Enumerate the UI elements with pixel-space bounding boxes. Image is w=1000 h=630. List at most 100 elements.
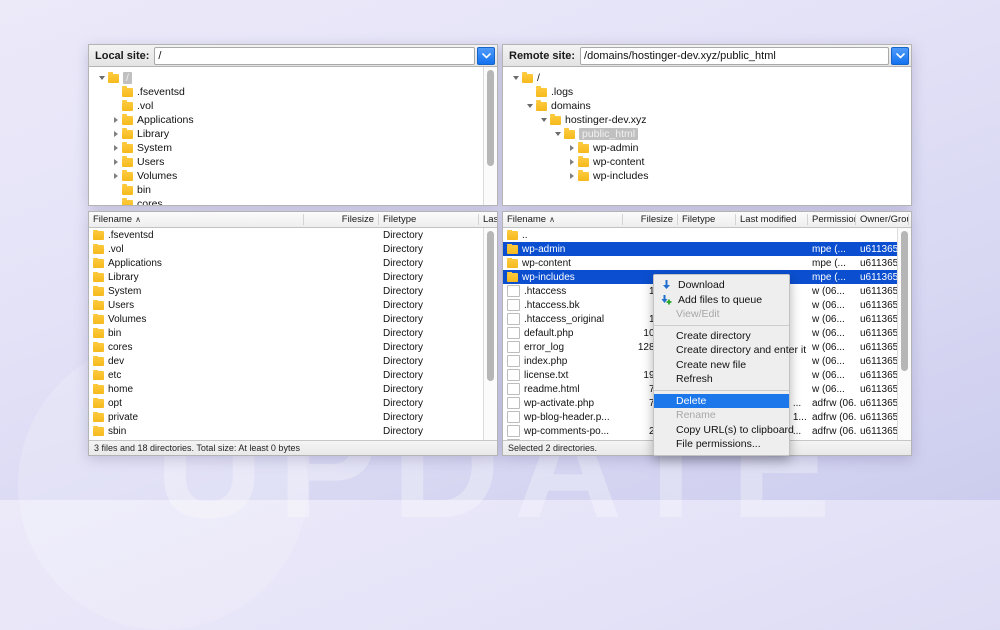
filename-label: home	[108, 383, 134, 395]
menu-item-label: File permissions...	[676, 438, 761, 451]
table-row[interactable]: SystemDirectory10/24/2019 03:3...	[89, 284, 483, 298]
filezilla-window: Local site: / / .fseventsd .vol Application…	[88, 44, 912, 456]
cell-perm: adfrw (06...	[812, 425, 856, 437]
filename-label: wp-includes	[522, 271, 575, 283]
cell-owner: u61136521...	[860, 369, 897, 381]
column-header-type[interactable]: Filetype	[379, 214, 479, 225]
menu-item[interactable]: Create directory	[654, 329, 789, 344]
collapse-arrow-icon[interactable]	[95, 76, 108, 80]
folder-icon	[93, 355, 104, 366]
table-row[interactable]: wp-content mpe (... u61136521...	[503, 256, 897, 270]
tree-item[interactable]: System	[89, 141, 483, 155]
column-header-mod[interactable]: Last modified	[736, 214, 808, 225]
expand-arrow-icon[interactable]	[109, 159, 122, 165]
remote-site-input[interactable]: /domains/hostinger-dev.xyz/public_html	[580, 46, 889, 65]
table-row[interactable]: ..	[503, 228, 897, 242]
table-row[interactable]: LibraryDirectory06/10/2020 09:...	[89, 270, 483, 284]
local-file-list[interactable]: Filename∧ Filesize Filetype Last modified .…	[88, 211, 498, 456]
table-row[interactable]: ApplicationsDirectory09/03/2020 17:3...	[89, 256, 483, 270]
cell-filename: wp-admin	[503, 243, 623, 255]
tree-item[interactable]: Volumes	[89, 169, 483, 183]
column-header-size[interactable]: Filesize	[304, 214, 379, 225]
remote-site-dropdown-button[interactable]	[891, 46, 909, 65]
table-row[interactable]: .fseventsdDirectory06/10/2020 09:...	[89, 228, 483, 242]
tree-item[interactable]: Applications	[89, 113, 483, 127]
column-header-owner[interactable]: Owner/Group	[856, 214, 909, 225]
menu-item[interactable]: Copy URL(s) to clipboard	[654, 423, 794, 438]
table-row[interactable]: UsersDirectory10/24/2019 03:3...	[89, 298, 483, 312]
collapse-arrow-icon[interactable]	[509, 76, 522, 80]
menu-item[interactable]: Download	[654, 278, 789, 293]
column-header-mod[interactable]: Last modified	[479, 214, 497, 225]
tree-item[interactable]: domains	[503, 99, 911, 113]
table-row[interactable]: privateDirectory06/10/2020 09:...	[89, 410, 483, 424]
local-site-dropdown-button[interactable]	[477, 46, 495, 65]
expand-arrow-icon[interactable]	[109, 173, 122, 179]
local-tree-scroll-thumb[interactable]	[487, 70, 494, 166]
tree-item[interactable]: .vol	[89, 99, 483, 113]
local-directory-tree[interactable]: / .fseventsd .vol Applications Library System…	[88, 66, 498, 206]
column-header-type[interactable]: Filetype	[678, 214, 736, 225]
collapse-arrow-icon[interactable]	[523, 104, 536, 108]
tree-item[interactable]: wp-includes	[503, 169, 911, 183]
column-header-name[interactable]: Filename ∧	[89, 214, 304, 225]
expand-arrow-icon[interactable]	[109, 131, 122, 137]
menu-item[interactable]: Add files to queue	[654, 293, 789, 308]
local-list-scrollbar[interactable]	[483, 228, 497, 440]
cell-perm: w (06...	[812, 327, 845, 339]
tree-item[interactable]: .logs	[503, 85, 911, 99]
cell-owner: u61136521...	[860, 243, 897, 255]
expand-arrow-icon[interactable]	[565, 159, 578, 165]
tree-item[interactable]: /	[89, 71, 483, 85]
local-list-header[interactable]: Filename∧ Filesize Filetype Last modified	[89, 211, 497, 228]
menu-item[interactable]: File permissions...	[654, 437, 789, 452]
local-status-bar: 3 files and 18 directories. Total size: …	[89, 440, 497, 455]
file-icon	[507, 327, 520, 339]
table-row[interactable]: .volDirectory10/18/2019 01:3...	[89, 242, 483, 256]
collapse-arrow-icon[interactable]	[551, 132, 564, 136]
expand-arrow-icon[interactable]	[565, 145, 578, 151]
expand-arrow-icon[interactable]	[109, 117, 122, 123]
tree-item[interactable]: .fseventsd	[89, 85, 483, 99]
column-header-name[interactable]: Filename ∧	[503, 214, 623, 225]
tree-item[interactable]: wp-admin	[503, 141, 911, 155]
folder-icon	[122, 85, 133, 97]
table-row[interactable]: coresDirectory08/24/2019 02:...	[89, 340, 483, 354]
cell-filename: opt	[89, 397, 304, 409]
remote-list-scroll-thumb[interactable]	[901, 231, 908, 371]
tree-item[interactable]: Library	[89, 127, 483, 141]
column-header-size[interactable]: Filesize	[623, 214, 678, 225]
tree-item[interactable]: public_html	[503, 127, 911, 141]
table-row[interactable]: wp-admin mpe (... u61136521...	[503, 242, 897, 256]
expand-arrow-icon[interactable]	[109, 145, 122, 151]
local-list-scroll-thumb[interactable]	[487, 231, 494, 381]
menu-item[interactable]: Create directory and enter it	[654, 343, 806, 358]
collapse-arrow-icon[interactable]	[537, 118, 550, 122]
local-site-input[interactable]: /	[154, 46, 475, 65]
remote-directory-tree[interactable]: / .logs domains hostinger-dev.xyz public_htm…	[502, 66, 912, 206]
table-row[interactable]: optDirectory08/24/2019 02:...	[89, 396, 483, 410]
file-context-menu[interactable]: Download Add files to queue View/Edit Creat…	[653, 274, 806, 456]
menu-item[interactable]: Refresh	[654, 372, 789, 387]
column-header-perm[interactable]: Permissions	[808, 214, 856, 225]
remote-list-scrollbar[interactable]	[897, 228, 911, 440]
table-row[interactable]: homeDirectory09/09/2020 09:...	[89, 382, 483, 396]
tree-item[interactable]: bin	[89, 183, 483, 197]
tree-item[interactable]: wp-content	[503, 155, 911, 169]
table-row[interactable]: VolumesDirectory09/08/2020 12:...	[89, 312, 483, 326]
local-tree-scrollbar[interactable]	[483, 67, 497, 205]
tree-item[interactable]: hostinger-dev.xyz	[503, 113, 911, 127]
cell-filename: default.php	[503, 327, 623, 339]
table-row[interactable]: etcDirectory08/21/2020 16:1...	[89, 368, 483, 382]
remote-list-header[interactable]: Filename ∧ Filesize Filetype Last modified Pe…	[503, 211, 911, 228]
tree-item[interactable]: /	[503, 71, 911, 85]
cell-filename: private	[89, 411, 304, 423]
menu-item[interactable]: Create new file	[654, 358, 789, 373]
table-row[interactable]: devDirectory09/03/2020 17:...	[89, 354, 483, 368]
expand-arrow-icon[interactable]	[565, 173, 578, 179]
table-row[interactable]: binDirectory06/10/2020 09:...	[89, 326, 483, 340]
tree-item[interactable]: cores	[89, 197, 483, 205]
tree-item[interactable]: Users	[89, 155, 483, 169]
menu-item[interactable]: Delete	[654, 393, 789, 408]
table-row[interactable]: sbinDirectory06/10/2020 09:...	[89, 424, 483, 438]
